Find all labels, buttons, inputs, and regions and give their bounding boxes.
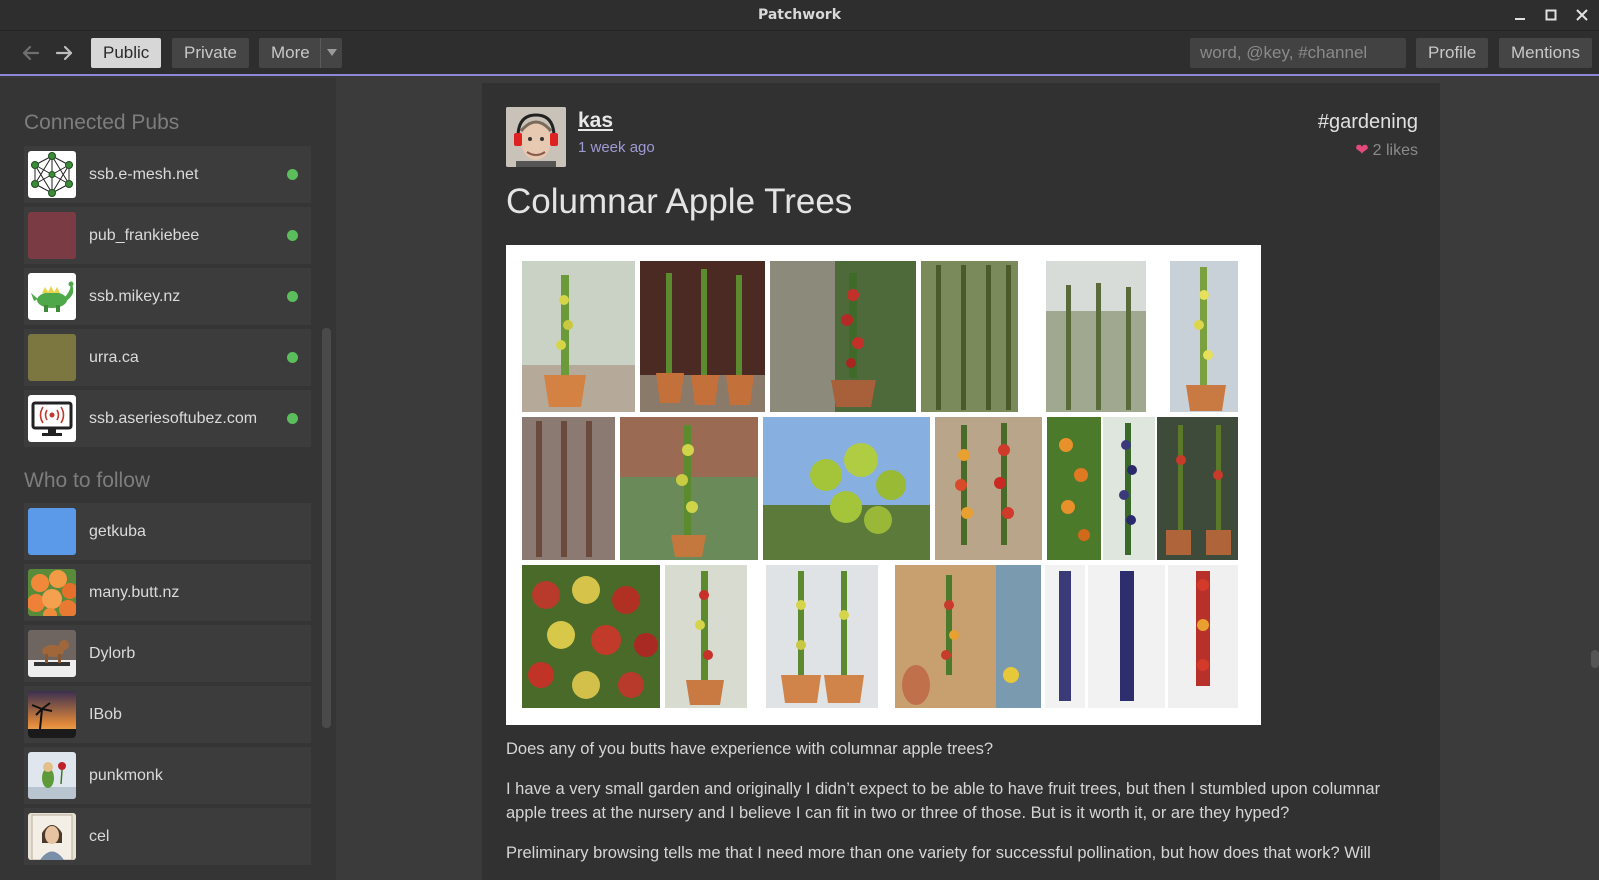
pub-item[interactable]: pub_frankiebee — [24, 207, 311, 264]
private-tab[interactable]: Private — [172, 38, 249, 68]
pub-name: ssb.aseriesoftubez.com — [89, 410, 258, 427]
back-arrow-icon[interactable] — [19, 41, 43, 65]
pub-name: urra.ca — [89, 349, 139, 366]
author-name-link[interactable]: kas — [578, 109, 613, 133]
online-status-dot — [287, 291, 298, 302]
follow-suggestion[interactable]: Dylorb — [24, 625, 311, 682]
author-avatar[interactable] — [506, 107, 566, 167]
pub-item[interactable]: ssb.e-mesh.net — [24, 146, 311, 203]
follow-suggestion[interactable]: punkmonk — [24, 747, 311, 804]
follow-name: punkmonk — [89, 767, 163, 784]
public-tab[interactable]: Public — [91, 38, 162, 68]
window-title: Patchwork — [757, 7, 842, 23]
chevron-down-icon[interactable] — [320, 38, 342, 68]
pub-item[interactable]: urra.ca — [24, 329, 311, 386]
peaches-avatar — [28, 569, 76, 616]
close-icon[interactable] — [1571, 5, 1593, 25]
pub-name: pub_frankiebee — [89, 227, 200, 244]
search-input[interactable] — [1190, 38, 1406, 68]
window-title-bar: Patchwork — [0, 0, 1599, 31]
follow-name: many.butt.nz — [89, 584, 180, 601]
online-status-dot — [287, 352, 298, 363]
pub-item[interactable]: ssb.aseriesoftubez.com — [24, 390, 311, 447]
channel-link[interactable]: #gardening — [1318, 111, 1418, 134]
follow-suggestion[interactable]: many.butt.nz — [24, 564, 311, 621]
follow-name: IBob — [89, 706, 122, 723]
main-scrollbar[interactable] — [1591, 650, 1599, 668]
follow-suggestion[interactable]: IBob — [24, 686, 311, 743]
sunset-palm-avatar — [28, 691, 76, 738]
follow-name: getkuba — [89, 523, 146, 540]
post-card: kas 1 week ago #gardening ❤ 2 likes Colum… — [482, 83, 1440, 880]
portrait-avatar — [28, 813, 76, 860]
apple-trees-collage-image[interactable] — [506, 245, 1261, 725]
connected-pubs-heading: Connected Pubs — [24, 111, 180, 134]
follow-suggestion[interactable]: getkuba — [24, 503, 311, 560]
sidebar: Connected Pubs ssb.e-mesh.net pub_franki… — [0, 78, 336, 880]
maximize-icon[interactable] — [1540, 5, 1562, 25]
color-avatar — [28, 334, 76, 381]
pub-item[interactable]: ssb.mikey.nz — [24, 268, 311, 325]
main-feed: kas 1 week ago #gardening ❤ 2 likes Colum… — [336, 78, 1599, 880]
follow-suggestion[interactable]: cel — [24, 808, 311, 865]
follow-name: Dylorb — [89, 645, 136, 662]
likes-label: 2 likes — [1372, 142, 1418, 159]
minimize-icon[interactable] — [1509, 5, 1531, 25]
green-dinosaur-icon — [28, 273, 76, 320]
heart-icon: ❤ — [1355, 142, 1369, 159]
more-menu-button[interactable]: More — [259, 38, 342, 68]
profile-button[interactable]: Profile — [1416, 38, 1489, 68]
post-timestamp-link[interactable]: 1 week ago — [578, 139, 655, 156]
likes-count: ❤ 2 likes — [1355, 140, 1418, 160]
dog-avatar — [28, 630, 76, 677]
monitor-broadcast-icon — [28, 395, 76, 442]
rose-avatar — [28, 752, 76, 799]
forward-arrow-icon[interactable] — [52, 41, 76, 65]
sidebar-scrollbar[interactable] — [322, 328, 331, 728]
who-to-follow-heading: Who to follow — [24, 469, 151, 492]
post-paragraph: I have a very small garden and originall… — [506, 780, 1381, 822]
online-status-dot — [287, 413, 298, 424]
post-title: Columnar Apple Trees — [506, 182, 853, 221]
online-status-dot — [287, 169, 298, 180]
color-avatar — [28, 508, 76, 555]
mentions-button[interactable]: Mentions — [1499, 38, 1592, 68]
post-paragraph: Does any of you butts have experience wi… — [506, 740, 994, 758]
pub-name: ssb.e-mesh.net — [89, 166, 199, 183]
online-status-dot — [287, 230, 298, 241]
toolbar: Public Private More Profile Mentions — [0, 31, 1599, 76]
color-avatar — [28, 212, 76, 259]
more-label: More — [271, 43, 310, 62]
follow-name: cel — [89, 828, 110, 845]
pub-name: ssb.mikey.nz — [89, 288, 181, 305]
mesh-network-icon — [28, 151, 76, 198]
post-paragraph: Preliminary browsing tells me that I nee… — [506, 844, 1371, 862]
